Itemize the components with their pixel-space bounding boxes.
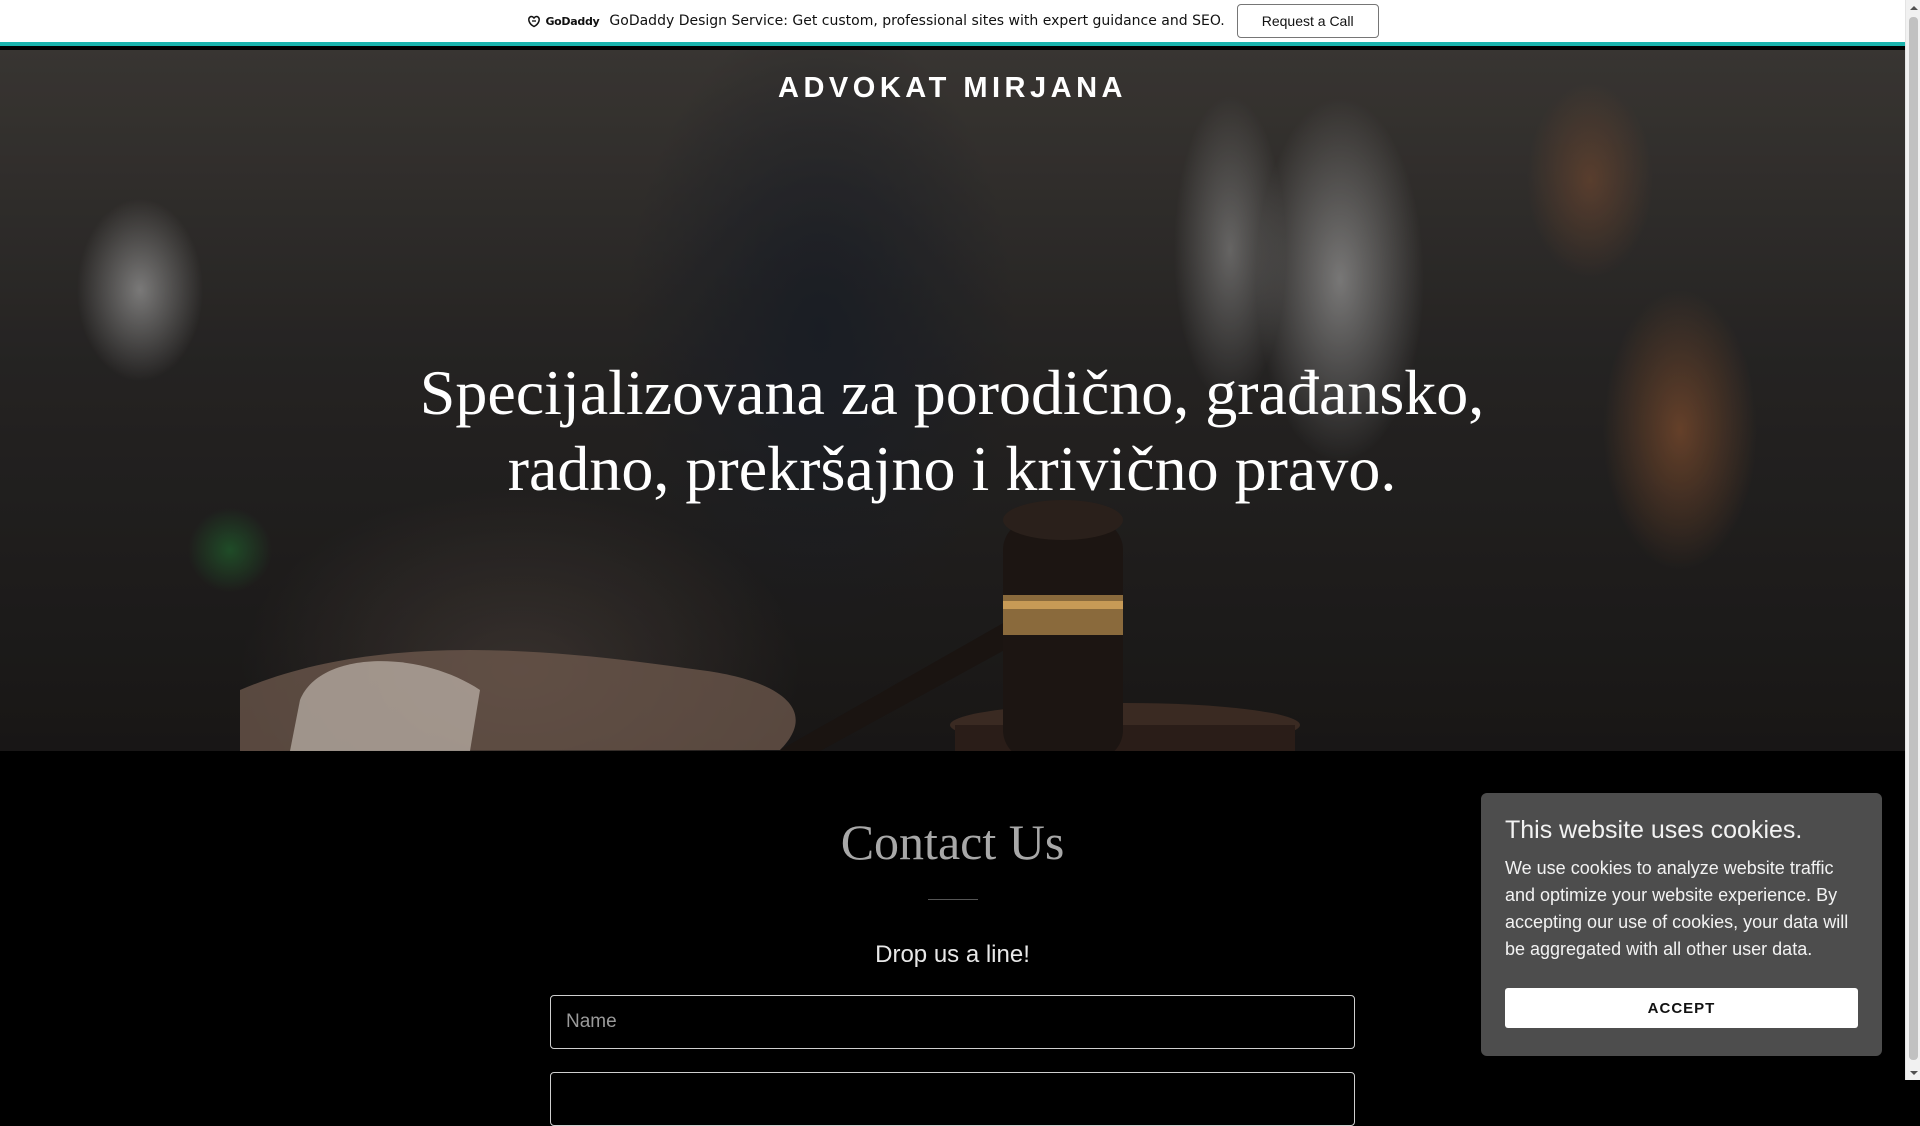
godaddy-logo-text: GoDaddy [545, 14, 600, 28]
cookie-text: We use cookies to analyze website traffi… [1505, 858, 1849, 959]
godaddy-logo: GoDaddy [526, 14, 600, 28]
scroll-thumb[interactable] [1909, 17, 1918, 1060]
cookie-title: This website uses cookies. [1505, 816, 1803, 844]
name-input[interactable] [550, 995, 1355, 1049]
cookie-banner: This website uses cookies. We use cookie… [1481, 793, 1882, 1056]
accept-cookies-button[interactable]: ACCEPT [1505, 988, 1858, 1028]
chevron-down-icon[interactable] [1906, 1065, 1920, 1080]
promo-message: GoDaddy Design Service: Get custom, prof… [609, 13, 1225, 29]
site-title[interactable]: ADVOKAT MIRJANA [0, 72, 1905, 105]
page-scrollbar[interactable] [1905, 0, 1920, 1080]
godaddy-logo-icon [526, 14, 542, 28]
contact-divider [928, 899, 978, 900]
request-call-button[interactable]: Request a Call [1236, 4, 1379, 38]
chevron-up-icon[interactable] [1906, 0, 1920, 15]
hero-heading: Specijalizovana za porodično, građansko,… [419, 357, 1485, 504]
promo-banner: GoDaddy GoDaddy Design Service: Get cust… [0, 0, 1905, 46]
hero-section: ADVOKAT MIRJANA Specijalizovana za porod… [0, 50, 1905, 751]
email-input[interactable] [550, 1072, 1355, 1126]
